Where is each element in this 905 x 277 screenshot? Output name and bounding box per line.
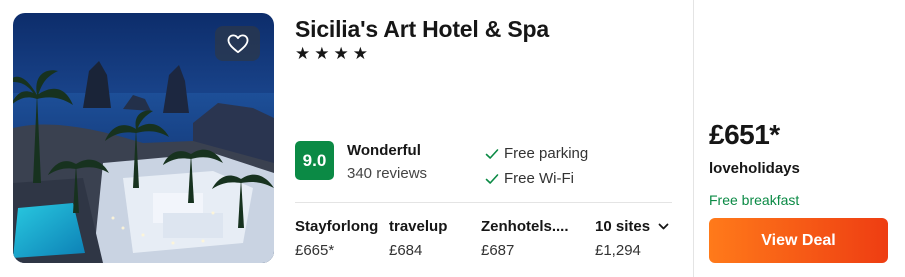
hotel-info: Sicilia's Art Hotel & Spa ★★★★ 9.0 Wonde… [295,0,675,277]
hotel-name[interactable]: Sicilia's Art Hotel & Spa [295,16,549,43]
more-sites-toggle[interactable]: 10 sites [595,218,669,235]
view-deal-button[interactable]: View Deal [709,218,888,263]
site-price: £1,294 [595,242,641,259]
review-count[interactable]: 340 reviews [347,165,427,182]
hotel-result-card: Sicilia's Art Hotel & Spa ★★★★ 9.0 Wonde… [0,0,905,277]
rating-label: Wonderful [347,142,421,159]
favorite-button[interactable] [215,26,260,61]
rating-score-badge: 9.0 [295,141,334,180]
deal-perk: Free breakfast [709,192,800,208]
site-name: travelup [389,218,448,235]
heart-icon [227,33,248,53]
site-price: £684 [389,242,423,259]
site-name: Stayforlong [295,218,379,235]
amenity-item: Free Wi-Fi [484,170,574,187]
site-price-option[interactable]: Zenhotels.... £687 [481,218,569,259]
site-price-option[interactable]: Stayforlong £665* [295,218,378,259]
divider [693,0,694,277]
hotel-photo[interactable] [13,13,274,263]
deal-provider: loveholidays [709,160,800,177]
divider [295,202,672,203]
deal-price: £651* [709,119,780,150]
site-price-option[interactable]: travelup £684 [389,218,447,259]
more-sites-option[interactable]: 10 sites £1,294 [595,218,669,259]
check-icon [484,146,500,162]
chevron-down-icon [658,223,669,231]
amenity-item: Free parking [484,145,588,162]
site-price: £687 [481,242,515,259]
check-icon [484,171,500,187]
site-name: Zenhotels.... [481,218,569,235]
site-price: £665* [295,242,335,259]
best-deal-panel: £651* loveholidays Free breakfast View D… [709,0,899,277]
more-sites-label: 10 sites [595,218,651,235]
amenity-label: Free parking [504,145,589,162]
star-rating: ★★★★ [295,44,372,63]
amenity-label: Free Wi-Fi [504,170,574,187]
